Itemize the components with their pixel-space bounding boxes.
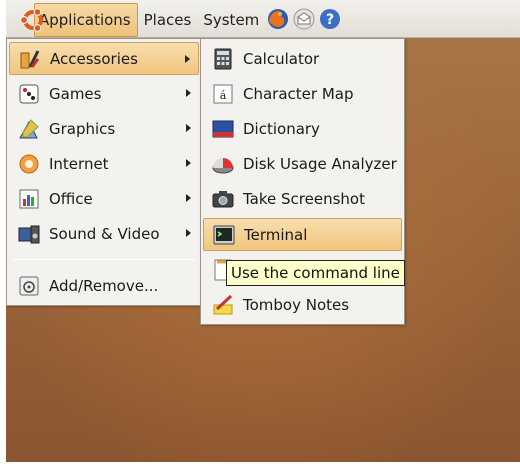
menu-item-dictionary[interactable]: Dictionary (203, 112, 402, 145)
graphics-icon (19, 118, 39, 138)
menu-item-accessories[interactable]: Accessories (9, 42, 199, 75)
menu-item-label: Terminal (244, 225, 308, 244)
internet-icon (19, 154, 39, 173)
applications-menu: Accessories Games Graphics Internet Offi… (6, 38, 202, 306)
menu-item-games[interactable]: Games (9, 77, 199, 110)
menu-item-label: Character Map (243, 84, 354, 103)
tooltip: Use the command line (226, 260, 405, 286)
menu-item-label: Graphics (49, 119, 116, 138)
submenu-arrow-icon (186, 124, 191, 132)
menu-item-label: Office (49, 189, 93, 208)
mail-icon[interactable] (292, 7, 316, 31)
ubuntu-logo-icon[interactable] (20, 7, 46, 33)
system-menu-button[interactable]: System (197, 3, 265, 37)
menu-item-label: Games (49, 84, 102, 103)
menu-item-take-screenshot[interactable]: Take Screenshot (203, 182, 402, 215)
firefox-icon[interactable] (266, 7, 290, 31)
menu-item-internet[interactable]: Internet (9, 147, 199, 180)
sound-video-icon (18, 225, 40, 243)
terminal-icon (213, 225, 235, 244)
calculator-icon (214, 48, 232, 69)
menu-item-office[interactable]: Office (9, 182, 199, 215)
menu-item-label: Calculator (243, 49, 320, 68)
menu-item-add-remove[interactable]: Add/Remove... (9, 269, 199, 302)
menu-item-calculator[interactable]: Calculator (203, 42, 402, 75)
top-panel: Applications Places System ? (6, 0, 520, 38)
add-remove-icon (19, 276, 39, 295)
menu-item-label: Sound & Video (49, 224, 160, 243)
menu-item-label: Tomboy Notes (243, 295, 350, 314)
submenu-arrow-icon (186, 89, 191, 97)
menu-item-terminal[interactable]: Terminal (203, 218, 402, 251)
disk-usage-icon (212, 157, 234, 173)
menu-item-label: Internet (49, 154, 109, 173)
menu-item-graphics[interactable]: Graphics (9, 112, 199, 145)
menu-item-label: Disk Usage Analyzer (243, 154, 397, 173)
menu-item-label: Accessories (50, 49, 138, 68)
menu-item-label: Dictionary (243, 119, 320, 138)
submenu-arrow-icon (186, 194, 191, 202)
menu-separator (13, 259, 195, 260)
places-menu-button[interactable]: Places (138, 3, 198, 37)
tomboy-notes-icon (213, 294, 233, 314)
submenu-arrow-icon (185, 55, 190, 63)
character-map-icon: á (213, 84, 233, 103)
menu-item-label: Take Screenshot (243, 189, 365, 208)
menu-item-disk-usage-analyzer[interactable]: Disk Usage Analyzer (203, 147, 402, 180)
dictionary-icon (212, 120, 234, 137)
accessories-icon (20, 49, 40, 68)
submenu-arrow-icon (186, 229, 191, 237)
office-icon (19, 189, 39, 208)
submenu-arrow-icon (186, 159, 191, 167)
games-icon (19, 84, 39, 103)
menu-item-label: Add/Remove... (49, 276, 159, 295)
menu-item-character-map[interactable]: á Character Map (203, 77, 402, 110)
svg-text:?: ? (326, 12, 334, 28)
svg-text:á: á (220, 89, 227, 102)
menu-item-tomboy-notes[interactable]: Tomboy Notes (203, 288, 402, 321)
camera-icon (212, 190, 234, 207)
applications-menu-button[interactable]: Applications (34, 2, 138, 37)
menu-item-sound-video[interactable]: Sound & Video (9, 217, 199, 250)
help-icon[interactable]: ? (318, 7, 342, 31)
